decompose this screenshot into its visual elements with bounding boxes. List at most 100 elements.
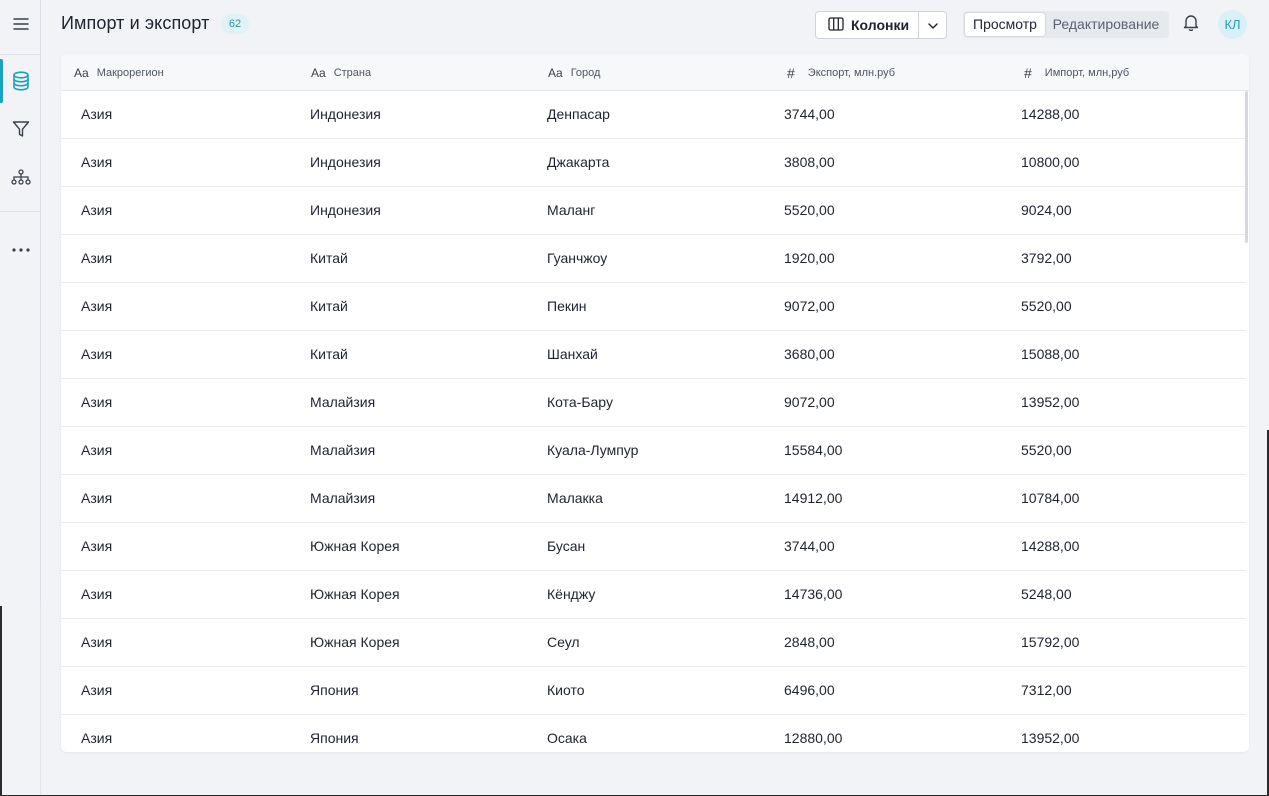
cell-import[interactable]: 7312,00 bbox=[1021, 667, 1072, 714]
scrollbar-thumb[interactable] bbox=[1245, 91, 1248, 243]
sidebar-item-filter[interactable] bbox=[0, 107, 41, 151]
more-button[interactable] bbox=[0, 228, 41, 272]
cell-import[interactable]: 3792,00 bbox=[1021, 235, 1072, 282]
cell-import[interactable]: 14288,00 bbox=[1021, 523, 1079, 570]
cell-export[interactable]: 9072,00 bbox=[784, 379, 835, 426]
cell-macroregion[interactable]: Азия bbox=[81, 379, 112, 426]
cell-country[interactable]: Индонезия bbox=[310, 91, 381, 138]
cell-city[interactable]: Гуанчжоу bbox=[547, 235, 607, 282]
cell-macroregion[interactable]: Азия bbox=[81, 715, 112, 752]
column-header-city[interactable]: Aa Город bbox=[548, 54, 600, 91]
cell-export[interactable]: 12880,00 bbox=[784, 715, 842, 752]
cell-export[interactable]: 9072,00 bbox=[784, 283, 835, 330]
cell-export[interactable]: 3744,00 bbox=[784, 91, 835, 138]
cell-country[interactable]: Южная Корея bbox=[310, 571, 400, 618]
cell-city[interactable]: Бусан bbox=[547, 523, 585, 570]
cell-macroregion[interactable]: Азия bbox=[81, 235, 112, 282]
cell-export[interactable]: 14736,00 bbox=[784, 571, 842, 618]
cell-export[interactable]: 2848,00 bbox=[784, 619, 835, 666]
cell-import[interactable]: 13952,00 bbox=[1021, 379, 1079, 426]
columns-dropdown-button[interactable] bbox=[919, 12, 946, 38]
cell-export[interactable]: 3744,00 bbox=[784, 523, 835, 570]
cell-export[interactable]: 1920,00 bbox=[784, 235, 835, 282]
cell-city[interactable]: Шанхай bbox=[547, 331, 598, 378]
table-row[interactable]: Азия Малайзия Кота-Бару 9072,00 13952,00 bbox=[61, 379, 1245, 427]
cell-city[interactable]: Кёнджу bbox=[547, 571, 595, 618]
cell-country[interactable]: Индонезия bbox=[310, 139, 381, 186]
table-row[interactable]: Азия Япония Киото 6496,00 7312,00 bbox=[61, 667, 1245, 715]
sidebar-item-hierarchy[interactable] bbox=[0, 155, 41, 199]
cell-country[interactable]: Южная Корея bbox=[310, 619, 400, 666]
cell-city[interactable]: Пекин bbox=[547, 283, 587, 330]
cell-macroregion[interactable]: Азия bbox=[81, 331, 112, 378]
table-row[interactable]: Азия Китай Пекин 9072,00 5520,00 bbox=[61, 283, 1245, 331]
cell-import[interactable]: 5248,00 bbox=[1021, 571, 1072, 618]
sidebar-item-data[interactable] bbox=[0, 59, 41, 103]
cell-city[interactable]: Кота-Бару bbox=[547, 379, 613, 426]
cell-city[interactable]: Сеул bbox=[547, 619, 580, 666]
cell-import[interactable]: 14288,00 bbox=[1021, 91, 1079, 138]
cell-export[interactable]: 3680,00 bbox=[784, 331, 835, 378]
cell-macroregion[interactable]: Азия bbox=[81, 523, 112, 570]
cell-country[interactable]: Китай bbox=[310, 331, 348, 378]
avatar[interactable]: КЛ bbox=[1218, 10, 1247, 39]
cell-macroregion[interactable]: Азия bbox=[81, 139, 112, 186]
cell-export[interactable]: 5520,00 bbox=[784, 187, 835, 234]
cell-import[interactable]: 10784,00 bbox=[1021, 475, 1079, 522]
table-row[interactable]: Азия Китай Шанхай 3680,00 15088,00 bbox=[61, 331, 1245, 379]
mode-view-tab[interactable]: Просмотр bbox=[965, 13, 1045, 36]
cell-country[interactable]: Малайзия bbox=[310, 427, 375, 474]
columns-button[interactable]: Колонки bbox=[816, 12, 919, 38]
cell-city[interactable]: Осака bbox=[547, 715, 587, 752]
cell-city[interactable]: Киото bbox=[547, 667, 585, 714]
cell-country[interactable]: Индонезия bbox=[310, 187, 381, 234]
cell-macroregion[interactable]: Азия bbox=[81, 667, 112, 714]
mode-edit-tab[interactable]: Редактирование bbox=[1045, 13, 1167, 36]
cell-macroregion[interactable]: Азия bbox=[81, 187, 112, 234]
table-row[interactable]: Азия Япония Осака 12880,00 13952,00 bbox=[61, 715, 1245, 752]
cell-export[interactable]: 15584,00 bbox=[784, 427, 842, 474]
cell-import[interactable]: 5520,00 bbox=[1021, 283, 1072, 330]
cell-macroregion[interactable]: Азия bbox=[81, 475, 112, 522]
cell-macroregion[interactable]: Азия bbox=[81, 571, 112, 618]
cell-country[interactable]: Япония bbox=[310, 667, 359, 714]
cell-country[interactable]: Малайзия bbox=[310, 379, 375, 426]
notifications-button[interactable] bbox=[1181, 14, 1201, 34]
table-row[interactable]: Азия Южная Корея Бусан 3744,00 14288,00 bbox=[61, 523, 1245, 571]
table-row[interactable]: Азия Индонезия Джакарта 3808,00 10800,00 bbox=[61, 139, 1245, 187]
table-row[interactable]: Азия Малайзия Малакка 14912,00 10784,00 bbox=[61, 475, 1245, 523]
column-header-export[interactable]: # Экспорт, млн.руб bbox=[787, 54, 895, 91]
table-row[interactable]: Азия Южная Корея Кёнджу 14736,00 5248,00 bbox=[61, 571, 1245, 619]
cell-import[interactable]: 5520,00 bbox=[1021, 427, 1072, 474]
cell-export[interactable]: 6496,00 bbox=[784, 667, 835, 714]
column-header-macroregion[interactable]: Aa Макрорегион bbox=[74, 54, 164, 91]
table-row[interactable]: Азия Китай Гуанчжоу 1920,00 3792,00 bbox=[61, 235, 1245, 283]
cell-import[interactable]: 10800,00 bbox=[1021, 139, 1079, 186]
table-row[interactable]: Азия Южная Корея Сеул 2848,00 15792,00 bbox=[61, 619, 1245, 667]
table-row[interactable]: Азия Малайзия Куала-Лумпур 15584,00 5520,00 bbox=[61, 427, 1245, 475]
cell-import[interactable]: 15792,00 bbox=[1021, 619, 1079, 666]
column-header-country[interactable]: Aa Страна bbox=[311, 54, 371, 91]
cell-macroregion[interactable]: Азия bbox=[81, 91, 112, 138]
table-row[interactable]: Азия Индонезия Денпасар 3744,00 14288,00 bbox=[61, 91, 1245, 139]
cell-country[interactable]: Южная Корея bbox=[310, 523, 400, 570]
cell-city[interactable]: Куала-Лумпур bbox=[547, 427, 638, 474]
cell-macroregion[interactable]: Азия bbox=[81, 283, 112, 330]
cell-import[interactable]: 9024,00 bbox=[1021, 187, 1072, 234]
menu-button[interactable] bbox=[0, 2, 41, 46]
cell-country[interactable]: Япония bbox=[310, 715, 359, 752]
cell-export[interactable]: 3808,00 bbox=[784, 139, 835, 186]
cell-macroregion[interactable]: Азия bbox=[81, 427, 112, 474]
cell-country[interactable]: Китай bbox=[310, 235, 348, 282]
cell-city[interactable]: Денпасар bbox=[547, 91, 610, 138]
cell-country[interactable]: Китай bbox=[310, 283, 348, 330]
cell-macroregion[interactable]: Азия bbox=[81, 619, 112, 666]
cell-country[interactable]: Малайзия bbox=[310, 475, 375, 522]
cell-import[interactable]: 15088,00 bbox=[1021, 331, 1079, 378]
cell-city[interactable]: Малакка bbox=[547, 475, 603, 522]
table-row[interactable]: Азия Индонезия Маланг 5520,00 9024,00 bbox=[61, 187, 1245, 235]
cell-city[interactable]: Джакарта bbox=[547, 139, 609, 186]
column-header-import[interactable]: # Импорт, млн,руб bbox=[1024, 54, 1129, 91]
cell-export[interactable]: 14912,00 bbox=[784, 475, 842, 522]
cell-import[interactable]: 13952,00 bbox=[1021, 715, 1079, 752]
